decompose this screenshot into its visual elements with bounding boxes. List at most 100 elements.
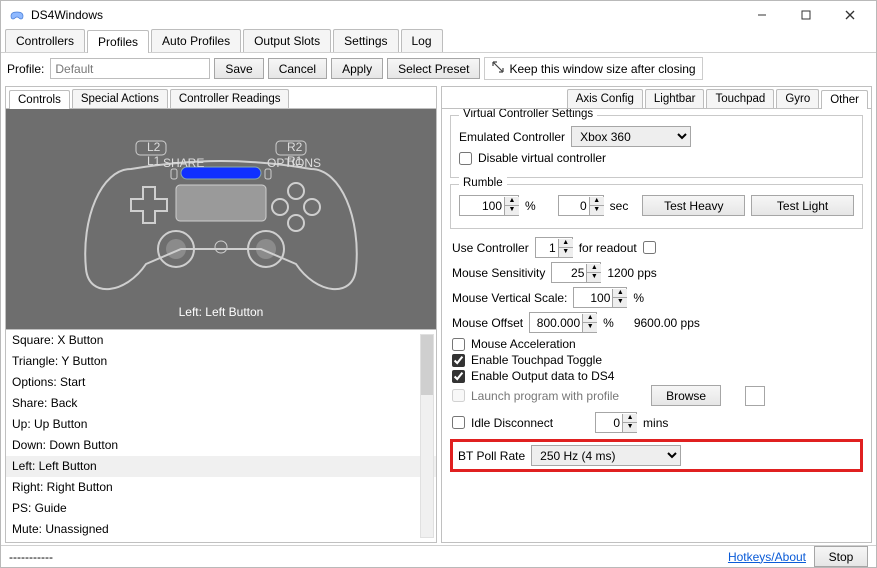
tab-profiles[interactable]: Profiles — [87, 30, 149, 53]
controller-icon: SHARE OPTIONS L2 R2 L1 R1 — [71, 129, 371, 309]
subtab-other[interactable]: Other — [821, 90, 868, 109]
idle-disconnect-label: Idle Disconnect — [471, 416, 553, 430]
launch-program-checkbox[interactable] — [452, 389, 465, 402]
svg-text:R2: R2 — [287, 140, 303, 154]
rumble-pct-spinner[interactable]: ▲▼ — [459, 195, 519, 216]
subtab-special-actions[interactable]: Special Actions — [72, 89, 168, 108]
rumble-group: Rumble ▲▼ % ▲▼ sec Test Heavy Test Light — [450, 184, 863, 229]
mapping-list[interactable]: Square: X Button Triangle: Y Button Opti… — [6, 329, 436, 542]
app-window: DS4Windows Controllers Profiles Auto Pro… — [0, 0, 877, 568]
left-panel: Controls Special Actions Controller Read… — [5, 86, 437, 543]
tab-log[interactable]: Log — [401, 29, 443, 52]
controller-preview[interactable]: SHARE OPTIONS L2 R2 L1 R1 Left: Left But… — [6, 109, 436, 329]
percent-label: % — [525, 199, 536, 213]
app-icon — [9, 7, 25, 23]
emulated-controller-select[interactable]: Xbox 360 — [571, 126, 691, 147]
touchpad-toggle-label: Enable Touchpad Toggle — [471, 353, 602, 367]
svg-text:SHARE: SHARE — [163, 156, 204, 170]
idle-disconnect-spinner[interactable]: ▲▼ — [595, 412, 637, 433]
mouse-vertical-scale-label: Mouse Vertical Scale: — [452, 291, 567, 305]
list-item[interactable]: Right: Right Button — [6, 477, 436, 498]
group-legend: Virtual Controller Settings — [459, 109, 597, 120]
other-settings-body: Virtual Controller Settings Emulated Con… — [442, 109, 871, 542]
maximize-button[interactable] — [784, 1, 828, 29]
for-readout-checkbox[interactable] — [643, 241, 656, 254]
mouse-accel-label: Mouse Acceleration — [471, 337, 576, 351]
svg-text:R1: R1 — [287, 154, 303, 168]
select-preset-button[interactable]: Select Preset — [387, 58, 480, 79]
right-panel: Axis Config Lightbar Touchpad Gyro Other… — [441, 86, 872, 543]
subtab-controller-readings[interactable]: Controller Readings — [170, 89, 290, 108]
list-item[interactable]: Left: Left Button — [6, 456, 436, 477]
titlebar: DS4Windows — [1, 1, 876, 29]
test-heavy-button[interactable]: Test Heavy — [642, 195, 745, 216]
subtab-lightbar[interactable]: Lightbar — [645, 89, 705, 108]
scrollbar[interactable] — [420, 334, 434, 538]
bt-poll-rate-highlight: BT Poll Rate 250 Hz (4 ms) — [450, 439, 863, 472]
mouse-offset-spinner[interactable]: ▲▼ — [529, 312, 597, 333]
subtab-controls[interactable]: Controls — [9, 90, 70, 109]
for-readout-label: for readout — [579, 241, 637, 255]
touchpad-toggle-checkbox[interactable] — [452, 354, 465, 367]
hotkeys-about-link[interactable]: Hotkeys/About — [728, 550, 806, 564]
minimize-button[interactable] — [740, 1, 784, 29]
resize-icon — [491, 60, 505, 77]
mouse-accel-checkbox[interactable] — [452, 338, 465, 351]
output-ds4-label: Enable Output data to DS4 — [471, 369, 614, 383]
list-item[interactable]: Share: Back — [6, 393, 436, 414]
virtual-controller-group: Virtual Controller Settings Emulated Con… — [450, 115, 863, 178]
tab-settings[interactable]: Settings — [333, 29, 398, 52]
group-legend: Rumble — [459, 177, 507, 189]
mouse-offset-pps: 9600.00 pps — [634, 316, 700, 330]
subtab-touchpad[interactable]: Touchpad — [706, 89, 774, 108]
profile-toolbar: Profile: Save Cancel Apply Select Preset… — [1, 53, 876, 84]
disable-virtual-label: Disable virtual controller — [478, 151, 606, 165]
mouse-sensitivity-spinner[interactable]: ▲▼ — [551, 262, 601, 283]
main-tabs: Controllers Profiles Auto Profiles Outpu… — [1, 29, 876, 53]
keep-window-size-label: Keep this window size after closing — [509, 62, 695, 76]
profile-label: Profile: — [7, 62, 44, 76]
list-item[interactable]: PS: Guide — [6, 498, 436, 519]
output-ds4-checkbox[interactable] — [452, 370, 465, 383]
status-text: ----------- — [9, 550, 53, 564]
list-item[interactable]: Up: Up Button — [6, 414, 436, 435]
bt-poll-rate-select[interactable]: 250 Hz (4 ms) — [531, 445, 681, 466]
subtab-axis-config[interactable]: Axis Config — [567, 89, 643, 108]
mouse-vertical-scale-spinner[interactable]: ▲▼ — [573, 287, 627, 308]
list-item[interactable]: Triangle: Y Button — [6, 351, 436, 372]
rumble-sec-spinner[interactable]: ▲▼ — [558, 195, 604, 216]
close-button[interactable] — [828, 1, 872, 29]
test-light-button[interactable]: Test Light — [751, 195, 854, 216]
save-button[interactable]: Save — [214, 58, 263, 79]
window-title: DS4Windows — [31, 8, 740, 22]
disable-virtual-checkbox[interactable] — [459, 152, 472, 165]
list-item[interactable]: Options: Start — [6, 372, 436, 393]
controller-caption: Left: Left Button — [6, 305, 436, 319]
subtab-gyro[interactable]: Gyro — [776, 89, 819, 108]
bt-poll-rate-label: BT Poll Rate — [458, 449, 525, 463]
percent-label: % — [633, 291, 644, 305]
use-controller-spinner[interactable]: ▲▼ — [535, 237, 573, 258]
content-area: Controls Special Actions Controller Read… — [1, 84, 876, 545]
idle-disconnect-checkbox[interactable] — [452, 416, 465, 429]
tab-controllers[interactable]: Controllers — [5, 29, 85, 52]
status-bar: ----------- Hotkeys/About Stop — [1, 545, 876, 567]
cancel-button[interactable]: Cancel — [268, 58, 327, 79]
mouse-offset-label: Mouse Offset — [452, 316, 523, 330]
apply-button[interactable]: Apply — [331, 58, 383, 79]
launch-program-label: Launch program with profile — [471, 389, 619, 403]
sec-label: sec — [610, 199, 629, 213]
list-item[interactable]: Down: Down Button — [6, 435, 436, 456]
list-item[interactable]: Square: X Button — [6, 330, 436, 351]
percent-label: % — [603, 316, 614, 330]
tab-output-slots[interactable]: Output Slots — [243, 29, 331, 52]
svg-text:L2: L2 — [147, 140, 161, 154]
stop-button[interactable]: Stop — [814, 546, 868, 567]
left-subtabs: Controls Special Actions Controller Read… — [6, 87, 436, 109]
mins-label: mins — [643, 416, 668, 430]
browse-button[interactable]: Browse — [651, 385, 721, 406]
list-item[interactable]: Mute: Unassigned — [6, 519, 436, 540]
tab-auto-profiles[interactable]: Auto Profiles — [151, 29, 241, 52]
keep-window-size-toggle[interactable]: Keep this window size after closing — [484, 57, 702, 80]
profile-name-input[interactable] — [50, 58, 210, 79]
